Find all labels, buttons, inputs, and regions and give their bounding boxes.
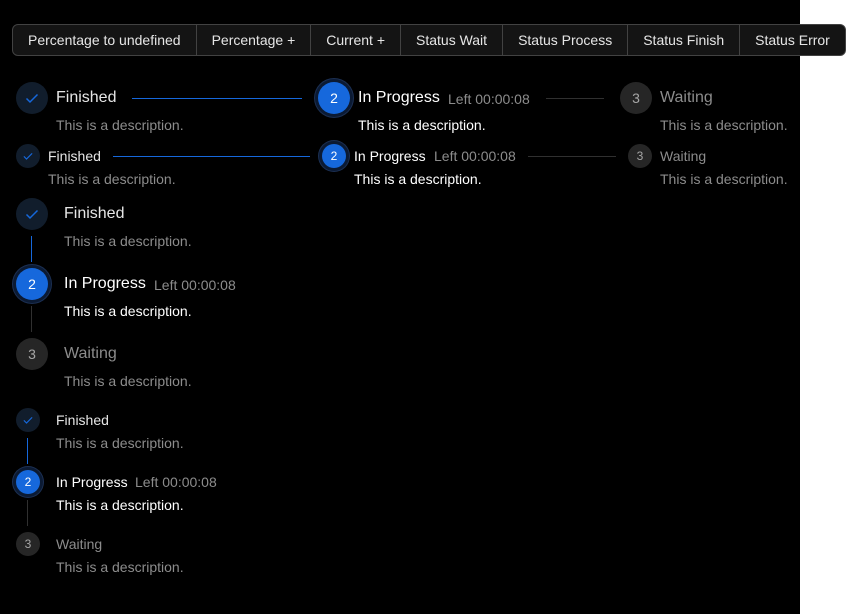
step-title-waiting: Waiting [660,89,713,106]
step-description: This is a description. [64,303,192,319]
step-connector [27,438,28,464]
step-connector [546,98,604,99]
check-icon [16,198,48,230]
step-title-in-progress: In Progress [64,275,146,292]
check-icon [16,144,40,168]
step-description: This is a description. [660,117,788,133]
status-process-button[interactable]: Status Process [503,25,629,55]
step-title-finished: Finished [56,89,117,106]
step-description: This is a description. [56,435,184,451]
step-description: This is a description. [56,559,184,575]
step-title-waiting: Waiting [56,536,103,552]
step-description: This is a description. [48,171,176,187]
percentage-plus-button[interactable]: Percentage + [197,25,312,55]
step-connector [113,156,310,157]
status-wait-button[interactable]: Status Wait [401,25,504,55]
percentage-undefined-button[interactable]: Percentage to undefined [13,25,197,55]
step-connector [31,306,32,332]
step-title-finished: Finished [64,205,125,222]
step-subtitle: Left 00:00:08 [434,148,516,164]
step-description: This is a description. [64,233,192,249]
current-plus-button[interactable]: Current + [311,25,401,55]
step-description: This is a description. [56,497,184,513]
step-description: This is a description. [354,171,482,187]
step-description: This is a description. [358,117,486,133]
toolbar: Percentage to undefined Percentage + Cur… [12,24,846,56]
step-description: This is a description. [660,171,788,187]
step-number-2: 2 [16,268,48,300]
check-icon [16,408,40,432]
step-connector [31,236,32,262]
step-subtitle: Left 00:00:08 [154,277,236,293]
step-number-2: 2 [322,144,346,168]
step-number-2: 2 [16,470,40,494]
step-title-finished: Finished [56,412,109,428]
step-number-3: 3 [620,82,652,114]
step-connector [132,98,302,99]
step-number-3: 3 [16,338,48,370]
step-connector [528,156,616,157]
step-number-3: 3 [16,532,40,556]
step-description: This is a description. [64,373,192,389]
step-title-finished: Finished [48,148,101,164]
step-subtitle: Left 00:00:08 [448,91,530,107]
step-number-2: 2 [318,82,350,114]
step-title-in-progress: In Progress [358,89,440,106]
step-subtitle: Left 00:00:08 [135,474,217,490]
step-connector [27,500,28,526]
status-error-button[interactable]: Status Error [740,25,845,55]
step-title-waiting: Waiting [64,345,117,362]
step-title-waiting: Waiting [660,148,707,164]
check-icon [16,82,48,114]
canvas: Percentage to undefined Percentage + Cur… [0,0,846,614]
status-finish-button[interactable]: Status Finish [628,25,741,55]
step-number-3: 3 [628,144,652,168]
step-title-in-progress: In Progress [56,474,128,490]
step-title-in-progress: In Progress [354,148,426,164]
step-description: This is a description. [56,117,184,133]
